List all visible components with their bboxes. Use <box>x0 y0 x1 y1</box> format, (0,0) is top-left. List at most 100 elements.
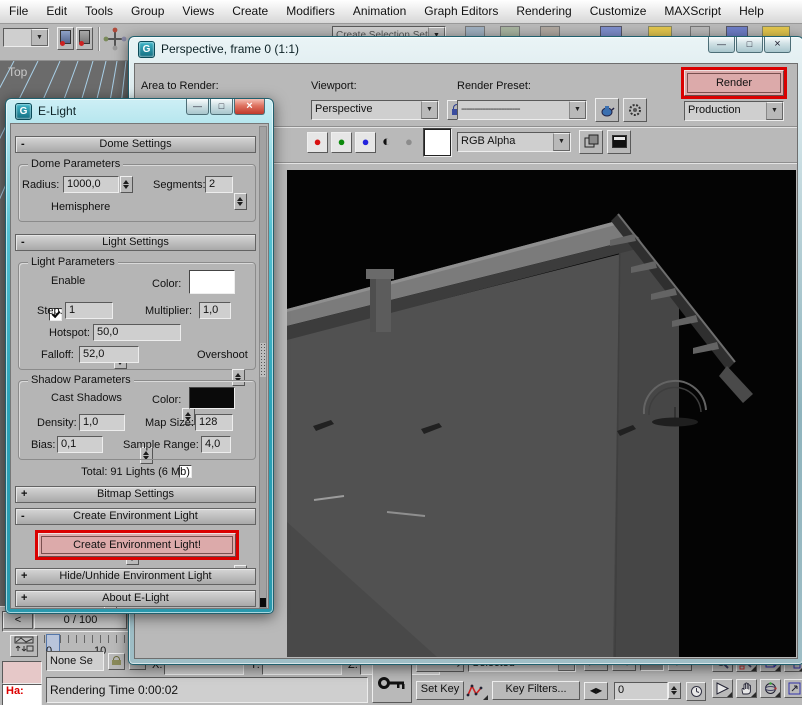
unlink-red-dot <box>79 41 84 46</box>
viewport-dropdown-label: Viewport: <box>311 80 357 92</box>
menu-item-rendering[interactable]: Rendering <box>507 0 580 21</box>
mono-circle-icon: ◐ <box>382 133 391 150</box>
mini-curve-editor-button[interactable] <box>10 635 38 657</box>
rollout-about-elight[interactable]: + About E-Light <box>15 590 256 607</box>
render-settings-button[interactable] <box>623 98 647 122</box>
new-key-settings-button[interactable] <box>466 682 488 700</box>
key-filters-button[interactable]: Key Filters... <box>492 681 580 700</box>
close-button[interactable]: × <box>764 37 791 53</box>
viewport-label[interactable]: Top <box>8 65 27 79</box>
production-value: Production <box>685 102 766 120</box>
maximize-viewport-toggle[interactable] <box>784 679 802 698</box>
lock-icon <box>112 656 121 665</box>
radius-spinner[interactable] <box>120 176 133 193</box>
panel-scrollbar[interactable] <box>259 126 267 608</box>
render-preset-dropdown[interactable]: ---------------------- ▼ <box>457 100 587 120</box>
red-channel-button[interactable]: ● <box>307 132 328 153</box>
monochrome-toggle[interactable]: ◐ <box>382 132 391 152</box>
time-configuration-button[interactable] <box>686 682 706 701</box>
green-channel-button[interactable]: ● <box>331 132 352 153</box>
blue-channel-button[interactable]: ● <box>355 132 376 153</box>
toolbar-filter-combo[interactable]: ▼ <box>3 28 49 47</box>
set-key-label: Set Key <box>421 683 460 695</box>
menu-item-help[interactable]: Help <box>730 0 773 21</box>
menu-item-graph-editors[interactable]: Graph Editors <box>415 0 507 21</box>
multiplier-field[interactable]: 1,0 <box>199 302 231 319</box>
elight-window-buttons: — □ × <box>185 99 265 115</box>
set-key-mode-button[interactable] <box>372 663 412 703</box>
menu-item-customize[interactable]: Customize <box>581 0 656 21</box>
menu-item-modifiers[interactable]: Modifiers <box>277 0 344 21</box>
density-field[interactable]: 1,0 <box>79 414 125 431</box>
clear-color-swatch[interactable] <box>423 128 452 157</box>
menu-item-edit[interactable]: Edit <box>37 0 76 21</box>
chevron-down-icon[interactable]: ▼ <box>421 101 438 119</box>
key-mode-toggle[interactable]: ◀▶ <box>584 682 608 700</box>
sample-range-field[interactable]: 4,0 <box>201 436 231 453</box>
chevron-down-icon[interactable]: ▼ <box>553 133 570 151</box>
rollout-bitmap-settings[interactable]: + Bitmap Settings <box>15 486 256 503</box>
chevron-down-icon[interactable]: ▼ <box>766 102 783 120</box>
frame-spinner[interactable] <box>668 682 681 699</box>
rollout-create-environment-light[interactable]: - Create Environment Light <box>15 508 256 525</box>
menu-item-animation[interactable]: Animation <box>344 0 415 21</box>
maximize-button[interactable]: □ <box>736 37 763 53</box>
falloff-field[interactable]: 52,0 <box>79 346 139 363</box>
light-color-swatch[interactable] <box>189 270 235 294</box>
minimize-button[interactable]: — <box>708 37 735 53</box>
menu-item-tools[interactable]: Tools <box>76 0 122 21</box>
menu-item-group[interactable]: Group <box>122 0 173 21</box>
render-button[interactable]: Render <box>684 70 784 96</box>
hotspot-field[interactable]: 50,0 <box>93 324 181 341</box>
rollout-dome-label: Dome Settings <box>99 138 171 150</box>
sample-range-value: 4,0 <box>205 438 220 450</box>
viewport-dropdown[interactable]: Perspective ▼ <box>311 100 439 120</box>
time-slider[interactable]: < 0 / 100 <box>2 611 130 632</box>
elight-close-button[interactable]: × <box>234 99 265 115</box>
toolbar-separator <box>98 27 100 51</box>
menu-item-views[interactable]: Views <box>173 0 223 21</box>
field-of-view-button[interactable] <box>712 679 733 698</box>
current-frame-field[interactable]: 0 <box>614 682 668 700</box>
elight-panel: - Dome Settings Dome Parameters Radius: … <box>10 123 269 609</box>
time-slider-prev-button[interactable]: < <box>3 612 33 629</box>
map-size-field[interactable]: 128 <box>195 414 233 431</box>
select-and-manipulate-icon[interactable] <box>103 27 127 54</box>
channel-display-dropdown[interactable]: RGB Alpha ▼ <box>457 132 571 152</box>
elight-dialog[interactable]: G E-Light — □ × - Dome Settings Dome Par… <box>5 98 274 614</box>
time-slider-thumb[interactable]: 0 / 100 <box>34 612 127 629</box>
link-button[interactable] <box>57 27 74 50</box>
production-dropdown[interactable]: Production ▼ <box>684 101 784 121</box>
render-window-titlebar[interactable]: G Perspective, frame 0 (1:1) <box>129 37 802 61</box>
set-key-button[interactable]: Set Key <box>416 681 464 700</box>
menu-item-maxscript[interactable]: MAXScript <box>655 0 730 21</box>
selection-lock-toggle[interactable] <box>108 653 125 670</box>
step-field[interactable]: 1 <box>65 302 113 319</box>
listener-pane[interactable]: Ha: <box>2 684 42 705</box>
clone-window-button[interactable] <box>579 130 603 154</box>
menu-item-file[interactable]: File <box>0 0 37 21</box>
arc-rotate-button[interactable] <box>760 679 781 698</box>
radius-field[interactable]: 1000,0 <box>63 176 119 193</box>
panel-scrollbar-thumb[interactable] <box>260 343 266 377</box>
macro-recorder-pane[interactable] <box>2 661 42 684</box>
save-preset-button[interactable] <box>595 98 619 122</box>
chevron-down-icon[interactable]: ▼ <box>31 29 48 46</box>
segments-field[interactable]: 2 <box>205 176 233 193</box>
display-mode-button[interactable] <box>607 130 631 154</box>
segments-spinner[interactable] <box>234 193 247 210</box>
elight-maximize-button[interactable]: □ <box>210 99 233 115</box>
elight-minimize-button[interactable]: — <box>186 99 209 115</box>
shadow-color-swatch[interactable] <box>189 387 235 409</box>
rollout-light-settings[interactable]: - Light Settings <box>15 234 256 251</box>
pan-button[interactable] <box>736 679 757 698</box>
bias-field[interactable]: 0,1 <box>57 436 103 453</box>
chevron-down-icon[interactable]: ▼ <box>569 101 586 119</box>
rollout-dome-settings[interactable]: - Dome Settings <box>15 136 256 153</box>
unlink-button[interactable] <box>76 27 93 50</box>
alpha-channel-toggle[interactable]: ● <box>405 132 413 152</box>
create-environment-light-button[interactable]: Create Environment Light! <box>38 533 236 557</box>
rollout-hide-unhide[interactable]: + Hide/Unhide Environment Light <box>15 568 256 585</box>
density-value: 1,0 <box>83 416 98 428</box>
menu-item-create[interactable]: Create <box>223 0 277 21</box>
